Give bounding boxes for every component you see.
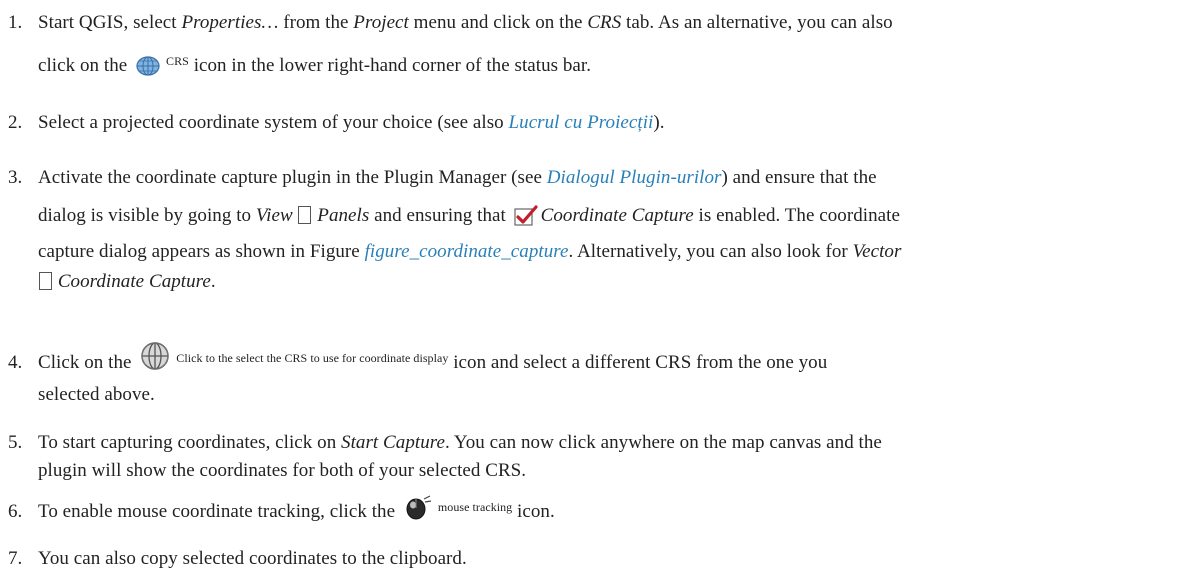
step-number: 4. <box>8 352 23 373</box>
list-item: 3. Activate the coordinate capture plugin… <box>8 161 1178 299</box>
start-capture-label: Start Capture <box>341 432 445 453</box>
list-item: 1. Start QGIS, select Properties… from th… <box>8 6 1178 89</box>
projections-link[interactable]: Lucrul cu Proiecții <box>509 112 654 133</box>
crs-tab-label: CRS <box>587 12 622 33</box>
checkbox-checked-icon <box>514 205 538 239</box>
panels-menu: Panels <box>317 205 370 226</box>
coordinate-capture-menu: Coordinate Capture <box>57 271 211 292</box>
step-number: 1. <box>8 12 23 33</box>
plugin-dialog-link[interactable]: Dialogul Plugin-urilor <box>547 167 722 188</box>
crs-icon-label: CRS <box>166 54 189 68</box>
step-number: 6. <box>8 501 23 522</box>
coordinate-capture-label: Coordinate Capture <box>540 205 694 226</box>
list-item: 6. To enable mouse coordinate tracking, c… <box>8 490 1178 533</box>
figure-link[interactable]: figure_coordinate_capture <box>365 241 569 262</box>
list-item: 5. To start capturing coordinates, click … <box>8 426 1178 488</box>
step-number: 3. <box>8 167 23 188</box>
missing-glyph-box <box>39 272 52 290</box>
view-menu: View <box>255 205 293 226</box>
step-number: 7. <box>8 548 23 569</box>
vector-menu: Vector <box>852 241 902 262</box>
step-number: 5. <box>8 432 23 453</box>
list-item: 4. Click on the Click to the select the C… <box>8 340 1178 412</box>
list-item: 7. You can also copy selected coordinates… <box>8 542 1178 576</box>
globe-crs-icon <box>135 55 161 89</box>
missing-glyph-box <box>298 206 312 224</box>
properties-menu-item: Properties… <box>181 12 279 33</box>
list-item: 2. Select a projected coordinate system o… <box>8 106 1178 140</box>
step-number: 2. <box>8 112 23 133</box>
crs-select-icon-label: Click to the select the CRS to use for c… <box>176 351 449 365</box>
mouse-tracking-icon <box>403 495 433 533</box>
project-menu: Project <box>353 12 409 33</box>
mouse-tracking-icon-label: mouse tracking <box>437 500 513 514</box>
